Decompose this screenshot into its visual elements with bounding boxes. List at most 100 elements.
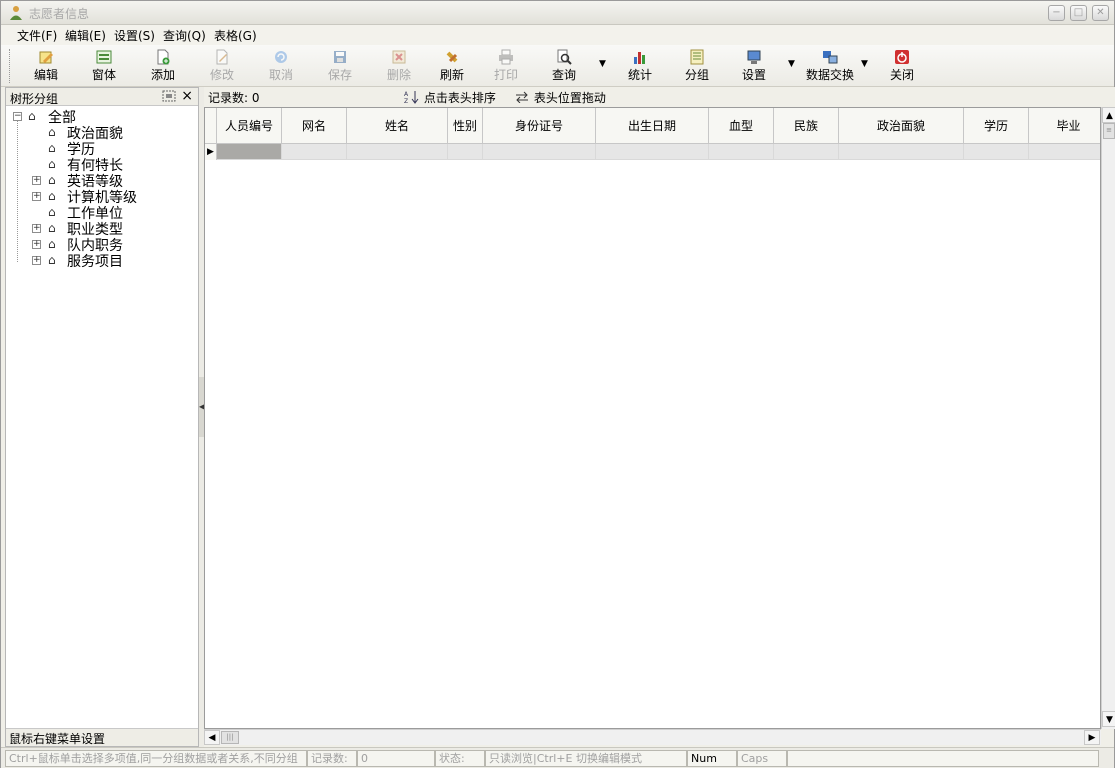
expand-icon[interactable]: + <box>32 176 41 185</box>
collapse-icon[interactable]: − <box>13 112 22 121</box>
table-cell[interactable] <box>709 144 774 160</box>
close-button[interactable]: 关闭 <box>877 49 927 83</box>
tree-node-english[interactable]: + ⌂ 英语等级 <box>6 172 198 190</box>
close-window-button[interactable]: ✕ <box>1092 5 1109 21</box>
menu-edit[interactable]: 编辑(E) <box>65 27 106 44</box>
menu-query[interactable]: 查询(Q) <box>163 27 206 44</box>
expand-icon[interactable]: + <box>32 256 41 265</box>
table-cell[interactable] <box>1029 144 1100 160</box>
query-button-label: 查询 <box>551 68 576 82</box>
add-button[interactable]: 添加 <box>138 49 188 83</box>
form-button[interactable]: 窗体 <box>79 49 129 83</box>
settings-dropdown-arrow-icon[interactable]: ▼ <box>788 59 798 69</box>
horizontal-scrollbar[interactable]: ◀ ||| ▶ <box>204 729 1101 745</box>
print-button-label: 打印 <box>493 68 518 82</box>
scroll-left-icon[interactable]: ◀ <box>204 730 220 745</box>
scroll-down-icon[interactable]: ▼ <box>1102 711 1115 727</box>
query-dropdown-arrow-icon[interactable]: ▼ <box>599 59 609 69</box>
table-cell[interactable] <box>448 144 483 160</box>
expand-icon[interactable]: + <box>32 224 41 233</box>
drag-hint: 表头位置拖动 <box>514 89 606 106</box>
right-click-menu-hint[interactable]: 鼠标右键菜单设置 <box>9 730 105 747</box>
status-hint: Ctrl+鼠标单击选择多项值,同一分组数据或者关系,不同分组 <box>5 750 307 767</box>
column-header[interactable]: 毕业 <box>1029 108 1100 144</box>
tree-node-team-role[interactable]: + ⌂ 队内职务 <box>6 236 198 254</box>
refresh-icon <box>446 51 458 63</box>
statistics-button-label: 统计 <box>627 68 652 82</box>
tree-node-specialty[interactable]: ⌂ 有何特长 <box>6 156 198 174</box>
tree-node-computer[interactable]: + ⌂ 计算机等级 <box>6 188 198 206</box>
expand-icon[interactable]: + <box>32 192 41 201</box>
minimize-button[interactable]: − <box>1048 5 1065 21</box>
tree-node-label: 服务项目 <box>67 254 123 270</box>
settings-button[interactable]: 设置 <box>729 49 779 83</box>
table-cell[interactable] <box>839 144 964 160</box>
table-cell[interactable] <box>774 144 839 160</box>
menu-file[interactable]: 文件(F) <box>17 27 57 44</box>
expand-icon[interactable]: + <box>32 240 41 249</box>
table-cell[interactable] <box>282 144 347 160</box>
vertical-scrollbar[interactable]: ▲ ≡ ▼ <box>1101 107 1115 729</box>
status-state-label: 状态: <box>435 750 485 767</box>
column-header[interactable]: 政治面貌 <box>839 108 964 144</box>
status-state-value: 只读浏览|Ctrl+E 切换编辑模式 <box>485 750 687 767</box>
column-header[interactable]: 身份证号 <box>483 108 596 144</box>
column-header[interactable]: 姓名 <box>347 108 448 144</box>
volunteer-person-icon <box>10 6 22 20</box>
bar-chart-icon <box>634 52 645 64</box>
tree-node-education[interactable]: ⌂ 学历 <box>6 140 198 158</box>
pin-icon[interactable] <box>162 90 176 102</box>
table-cell[interactable] <box>596 144 709 160</box>
group-button[interactable]: 分组 <box>672 49 722 83</box>
modify-button[interactable]: 修改 <box>197 49 247 83</box>
query-button[interactable]: 查询 <box>539 49 589 83</box>
table-cell[interactable] <box>964 144 1029 160</box>
undo-icon <box>275 51 287 63</box>
column-header[interactable]: 学历 <box>964 108 1029 144</box>
tree-node-occupation[interactable]: + ⌂ 职业类型 <box>6 220 198 238</box>
vertical-scroll-thumb[interactable]: ≡ <box>1103 123 1115 139</box>
column-header[interactable]: 民族 <box>774 108 839 144</box>
horizontal-scroll-thumb[interactable]: ||| <box>221 731 239 744</box>
statistics-button[interactable]: 统计 <box>615 49 665 83</box>
column-header[interactable]: 人员编号 <box>217 108 282 144</box>
power-icon <box>895 50 909 64</box>
form-window-icon <box>96 50 112 64</box>
cancel-button-label: 取消 <box>268 68 293 82</box>
edit-pencil-icon <box>39 51 53 64</box>
caps-lock-indicator: Caps <box>737 750 787 767</box>
tree-node-service[interactable]: + ⌂ 服务项目 <box>6 252 198 270</box>
menu-settings[interactable]: 设置(S) <box>114 27 155 44</box>
table-cell[interactable] <box>347 144 448 160</box>
scroll-right-icon[interactable]: ▶ <box>1084 730 1100 745</box>
delete-button[interactable]: 删除 <box>374 49 424 83</box>
menu-bar: 文件(F) 编辑(E) 设置(S) 查询(Q) 表格(G) <box>1 25 1114 45</box>
edit-button[interactable]: 编辑 <box>21 49 71 83</box>
panel-close-icon[interactable]: × <box>181 88 193 104</box>
refresh-button[interactable]: 刷新 <box>427 49 477 83</box>
sort-hint: AZ 点击表头排序 <box>404 89 496 106</box>
svg-text:A: A <box>404 91 409 98</box>
tree-node-all[interactable]: − ⌂ 全部 <box>6 108 198 126</box>
tree-node-political[interactable]: ⌂ 政治面貌 <box>6 124 198 142</box>
table-cell[interactable] <box>217 144 282 160</box>
maximize-button[interactable]: □ <box>1070 5 1087 21</box>
cancel-button[interactable]: 取消 <box>256 49 306 83</box>
scroll-up-icon[interactable]: ▲ <box>1102 107 1115 123</box>
toolbar-grip[interactable] <box>9 49 12 83</box>
form-button-label: 窗体 <box>91 68 116 82</box>
tree-node-workplace[interactable]: ⌂ 工作单位 <box>6 204 198 222</box>
house-icon: ⌂ <box>48 189 56 203</box>
column-header[interactable]: 出生日期 <box>596 108 709 144</box>
data-exchange-button[interactable]: 数据交换 <box>801 49 859 83</box>
save-button[interactable]: 保存 <box>315 49 365 83</box>
table-cell[interactable] <box>483 144 596 160</box>
column-header[interactable]: 网名 <box>282 108 347 144</box>
column-header[interactable]: 性别 <box>448 108 483 144</box>
column-header[interactable]: 血型 <box>709 108 774 144</box>
data-exchange-dropdown-arrow-icon[interactable]: ▼ <box>861 59 871 69</box>
status-record-value: 0 <box>357 750 435 767</box>
menu-table[interactable]: 表格(G) <box>214 27 257 44</box>
print-button[interactable]: 打印 <box>481 49 531 83</box>
settings-icon <box>747 50 761 64</box>
